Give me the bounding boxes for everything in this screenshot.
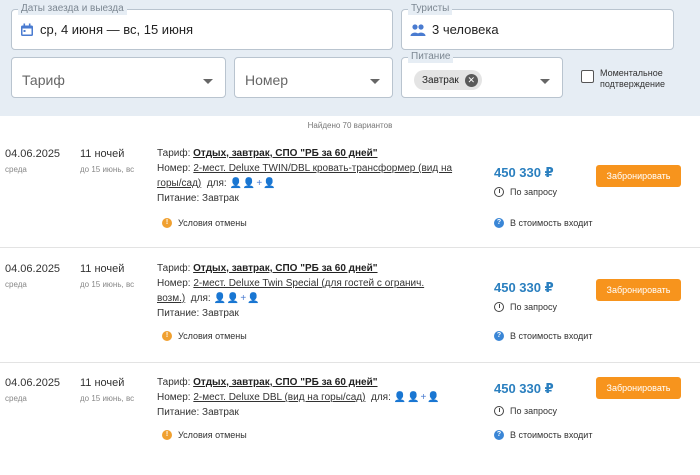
people-icon — [410, 23, 426, 36]
checkin-dow: среда — [5, 280, 27, 289]
clock-icon — [494, 187, 504, 197]
guests-icon: 👤👤+👤 — [393, 392, 441, 403]
meal-select[interactable]: Питание Завтрак ✕ — [401, 51, 563, 98]
book-button[interactable]: Забронировать — [596, 165, 681, 187]
nights-count: 11 ночей — [80, 148, 125, 160]
info-icon: ! — [162, 331, 172, 341]
nights-count: 11 ночей — [80, 263, 125, 275]
tariff-placeholder: Тариф — [22, 72, 65, 88]
meal-label: Питание — [408, 51, 454, 63]
tariff-link[interactable]: Отдых, завтрак, СПО "РБ за 60 дней" — [193, 377, 377, 388]
calendar-icon — [21, 23, 33, 36]
meal-chip-label: Завтрак — [422, 74, 459, 86]
meal-chip: Завтрак ✕ — [414, 70, 482, 90]
checkin-dow: среда — [5, 394, 27, 403]
clock-icon — [494, 406, 504, 416]
nights-count: 11 ночей — [80, 377, 125, 389]
info-icon: ! — [162, 430, 172, 440]
cancel-conditions[interactable]: ! Условия отмены — [162, 331, 362, 341]
list-item: 04.06.2025 среда 11 ночей до 15 июнь, вс… — [0, 134, 700, 248]
price-includes[interactable]: ? В стоимость входит — [494, 218, 634, 228]
offer-details: Тариф: Отдых, завтрак, СПО "РБ за 60 дне… — [157, 263, 425, 319]
guests-icon: 👤👤+👤 — [229, 178, 277, 189]
tariff-select[interactable]: Тариф — [11, 57, 226, 98]
dates-field[interactable]: Даты заезда и выезда ср, 4 июня — вс, 15… — [11, 3, 393, 50]
on-request: По запросу — [494, 187, 557, 197]
checkin-date: 04.06.2025 — [5, 148, 61, 160]
help-icon: ? — [494, 430, 504, 440]
chevron-down-icon — [203, 79, 213, 84]
price-includes[interactable]: ? В стоимость входит — [494, 430, 634, 440]
price: 450 330 ₽ — [494, 165, 554, 180]
book-button[interactable]: Забронировать — [596, 377, 681, 399]
close-icon[interactable]: ✕ — [464, 73, 478, 87]
price: 450 330 ₽ — [494, 280, 554, 295]
list-item: 04.06.2025 среда 11 ночей до 15 июнь, вс… — [0, 363, 700, 475]
checkin-date: 04.06.2025 — [5, 263, 61, 275]
offer-details: Тариф: Отдых, завтрак, СПО "РБ за 60 дне… — [157, 148, 453, 204]
search-panel: Даты заезда и выезда ср, 4 июня — вс, 15… — [0, 0, 700, 116]
room-placeholder: Номер — [245, 72, 289, 88]
instant-confirm-label: Моментальное подтверждение — [600, 68, 666, 89]
cancel-conditions[interactable]: ! Условия отмены — [162, 430, 362, 440]
help-icon: ? — [494, 218, 504, 228]
chevron-down-icon — [370, 79, 380, 84]
room-link[interactable]: 2-мест. Deluxe TWIN/DBL кровать-трансфор… — [157, 163, 452, 189]
tourists-value: 3 человека — [432, 22, 499, 37]
list-item: 04.06.2025 среда 11 ночей до 15 июнь, вс… — [0, 249, 700, 363]
price-includes[interactable]: ? В стоимость входит — [494, 331, 634, 341]
price: 450 330 ₽ — [494, 381, 554, 396]
room-link[interactable]: 2-мест. Deluxe DBL (вид на горы/сад) — [193, 392, 365, 403]
tourists-field[interactable]: Туристы 3 человека — [401, 3, 674, 50]
checkin-date: 04.06.2025 — [5, 377, 61, 389]
checkout-date: до 15 июнь, вс — [80, 280, 135, 289]
results-count: Найдено 70 вариантов — [307, 121, 393, 130]
tariff-link[interactable]: Отдых, завтрак, СПО "РБ за 60 дней" — [193, 148, 377, 159]
tourists-label: Туристы — [408, 3, 453, 15]
on-request: По запросу — [494, 406, 557, 416]
clock-icon — [494, 302, 504, 312]
checkout-date: до 15 июнь, вс — [80, 394, 135, 403]
instant-confirm-checkbox[interactable] — [581, 70, 594, 83]
tariff-link[interactable]: Отдых, завтрак, СПО "РБ за 60 дней" — [193, 263, 377, 274]
checkout-date: до 15 июнь, вс — [80, 165, 135, 174]
cancel-conditions[interactable]: ! Условия отмены — [162, 218, 362, 228]
chevron-down-icon — [540, 79, 550, 84]
offer-details: Тариф: Отдых, завтрак, СПО "РБ за 60 дне… — [157, 377, 441, 418]
dates-label: Даты заезда и выезда — [18, 3, 127, 15]
dates-value: ср, 4 июня — вс, 15 июня — [40, 22, 194, 37]
info-icon: ! — [162, 218, 172, 228]
room-select[interactable]: Номер — [234, 57, 393, 98]
book-button[interactable]: Забронировать — [596, 279, 681, 301]
guests-icon: 👤👤+👤 — [213, 293, 261, 304]
checkin-dow: среда — [5, 165, 27, 174]
help-icon: ? — [494, 331, 504, 341]
on-request: По запросу — [494, 302, 557, 312]
